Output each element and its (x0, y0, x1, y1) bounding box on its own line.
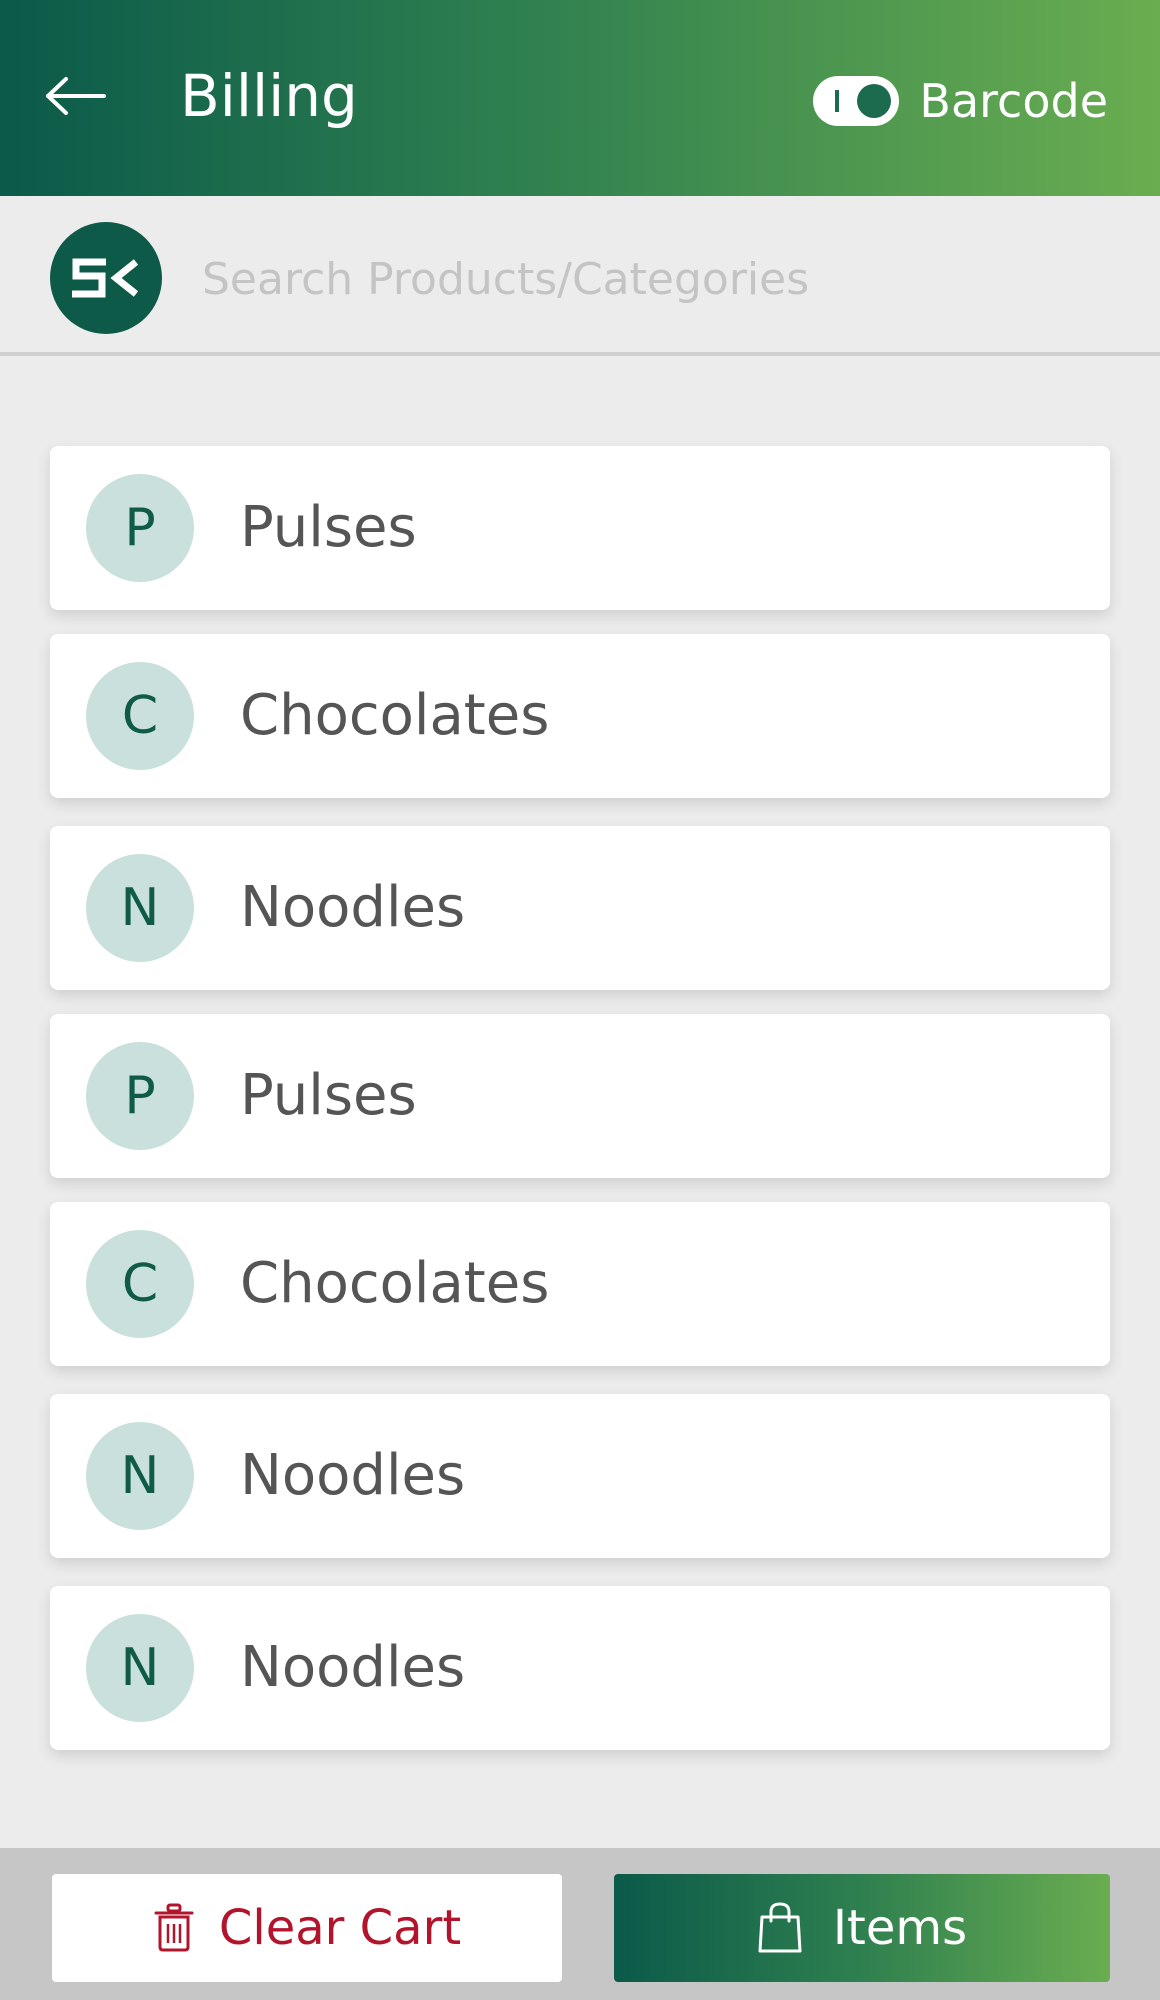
list-item[interactable]: C Chocolates (50, 1202, 1110, 1366)
shopping-bag-icon (758, 1902, 802, 1953)
category-label: Chocolates (240, 683, 550, 748)
category-label: Noodles (240, 1635, 466, 1700)
toggle-on-mark (835, 90, 840, 112)
list-item[interactable]: N Noodles (50, 1586, 1110, 1750)
list-item[interactable]: N Noodles (50, 1394, 1110, 1558)
category-label: Pulses (240, 1063, 417, 1128)
search-bar (0, 196, 1160, 356)
category-avatar: P (86, 1042, 194, 1150)
barcode-label: Barcode (919, 74, 1108, 128)
items-button[interactable]: Items (614, 1874, 1110, 1982)
search-input[interactable] (200, 236, 1104, 322)
list-item[interactable]: N Noodles (50, 826, 1110, 990)
arrow-left-icon (46, 77, 106, 115)
barcode-toggle-control[interactable]: Barcode (813, 66, 1108, 136)
barcode-toggle[interactable] (813, 76, 900, 126)
category-avatar: N (86, 1614, 194, 1722)
category-label: Noodles (240, 1443, 466, 1508)
clear-cart-button[interactable]: Clear Cart (52, 1874, 562, 1982)
list-item[interactable]: P Pulses (50, 446, 1110, 610)
page-title: Billing (180, 62, 358, 130)
app-header: Billing Barcode (0, 0, 1160, 196)
trash-icon (154, 1903, 194, 1952)
sk-logo-icon (72, 258, 139, 298)
list-item[interactable]: P Pulses (50, 1014, 1110, 1178)
category-label: Noodles (240, 875, 466, 940)
category-label: Chocolates (240, 1251, 550, 1316)
clear-cart-label: Clear Cart (218, 1900, 462, 1956)
back-button[interactable] (40, 60, 112, 132)
store-logo (50, 222, 162, 334)
list-item[interactable]: C Chocolates (50, 634, 1110, 798)
bottom-action-bar: Clear Cart Items (0, 1848, 1160, 2000)
items-label: Items (832, 1900, 968, 1956)
category-label: Pulses (240, 495, 417, 560)
category-avatar: N (86, 1422, 194, 1530)
category-avatar: C (86, 662, 194, 770)
category-avatar: P (86, 474, 194, 582)
toggle-knob (857, 84, 892, 118)
category-avatar: C (86, 1230, 194, 1338)
category-avatar: N (86, 854, 194, 962)
